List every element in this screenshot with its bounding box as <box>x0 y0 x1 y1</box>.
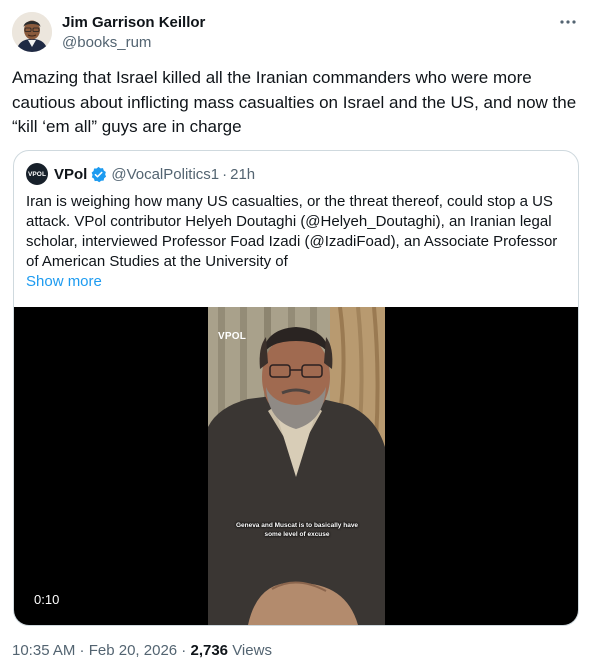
video-watermark-logo: VPOL <box>218 331 247 342</box>
more-options-button[interactable] <box>556 12 580 32</box>
quoted-tweet[interactable]: VPOL VPol @VocalPolitics1 · 21h Iran is … <box>13 150 579 626</box>
meta-separator: · <box>177 642 191 659</box>
quoted-author-handle[interactable]: @VocalPolitics1 <box>111 166 219 183</box>
quoted-tweet-header: VPOL VPol @VocalPolitics1 · 21h <box>26 163 255 185</box>
quoted-author-name[interactable]: VPol <box>54 166 87 183</box>
tweet-text: Amazing that Israel killed all the Irani… <box>12 68 577 136</box>
quoted-avatar[interactable]: VPOL <box>26 163 48 185</box>
views-count: 2,736 <box>190 642 229 659</box>
tweet-date[interactable]: Feb 20, 2026 <box>89 642 177 659</box>
video-player[interactable]: VPOL Geneva and Muscat is to basically h… <box>14 307 578 625</box>
video-duration: 0:10 <box>34 592 60 607</box>
quoted-timestamp[interactable]: 21h <box>230 166 255 183</box>
video-frame: VPOL Geneva and Muscat is to basically h… <box>208 307 385 625</box>
meta-separator: · <box>75 642 89 659</box>
views-label: Views <box>232 642 272 659</box>
quoted-tweet-text: Iran is weighing how many US casualties,… <box>26 193 558 270</box>
author-avatar[interactable] <box>12 12 52 52</box>
separator-dot: · <box>222 165 228 183</box>
more-horizontal-icon <box>560 20 576 24</box>
show-more-link[interactable]: Show more <box>26 273 102 290</box>
tweet-meta: 10:35 AM · Feb 20, 2026 · 2,736 Views <box>12 642 272 659</box>
tweet-time[interactable]: 10:35 AM <box>12 642 75 659</box>
quoted-avatar-text: VPOL <box>27 170 47 178</box>
tweet-header: Jim Garrison Keillor @books_rum <box>12 10 580 54</box>
video-caption: Geneva and Muscat is to basically have s… <box>235 522 359 538</box>
author-handle[interactable]: @books_rum <box>62 34 151 51</box>
author-name[interactable]: Jim Garrison Keillor <box>62 14 205 31</box>
verified-badge-icon <box>90 166 107 183</box>
